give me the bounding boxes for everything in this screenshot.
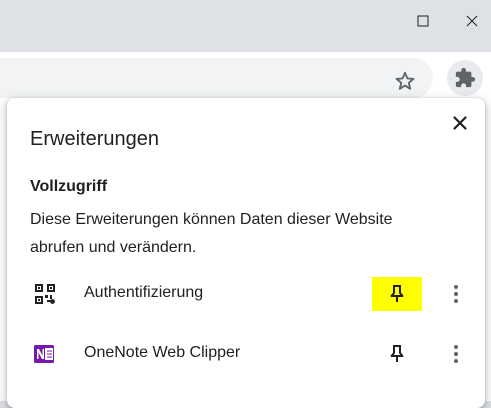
popup-title: Erweiterungen xyxy=(30,128,159,150)
close-icon xyxy=(466,15,477,27)
close-icon xyxy=(453,116,467,130)
section-title: Vollzugriff xyxy=(30,178,108,195)
bookmark-star-button[interactable] xyxy=(390,66,420,96)
address-bar[interactable] xyxy=(0,58,433,98)
close-window-button[interactable] xyxy=(452,8,491,34)
extension-row-authentifizierung[interactable]: Authentifizierung xyxy=(7,269,485,319)
maximize-window-button[interactable] xyxy=(408,8,438,34)
extension-name: Authentifizierung xyxy=(84,284,204,301)
more-options-button[interactable] xyxy=(441,279,471,309)
star-icon xyxy=(395,71,415,90)
more-vert-icon xyxy=(454,285,458,303)
close-popup-button[interactable] xyxy=(447,110,473,136)
browser-title-bar xyxy=(0,0,491,52)
extension-row-onenote[interactable]: OneNote Web Clipper xyxy=(7,329,485,379)
qr-code-icon xyxy=(35,284,55,304)
more-vert-icon xyxy=(454,345,458,363)
section-description: Diese Erweiterungen können Daten dieser … xyxy=(30,211,393,256)
extension-name: OneNote Web Clipper xyxy=(84,344,241,361)
maximize-icon xyxy=(417,15,429,27)
extensions-button[interactable] xyxy=(447,60,483,96)
pin-button[interactable] xyxy=(372,277,422,311)
more-options-button[interactable] xyxy=(441,339,471,369)
pin-button[interactable] xyxy=(372,337,422,371)
extensions-popup: Erweiterungen Vollzugriff Diese Erweiter… xyxy=(7,98,485,408)
pin-icon xyxy=(390,345,404,362)
pin-icon xyxy=(390,285,404,302)
puzzle-icon xyxy=(455,67,476,88)
onenote-icon xyxy=(34,345,54,363)
